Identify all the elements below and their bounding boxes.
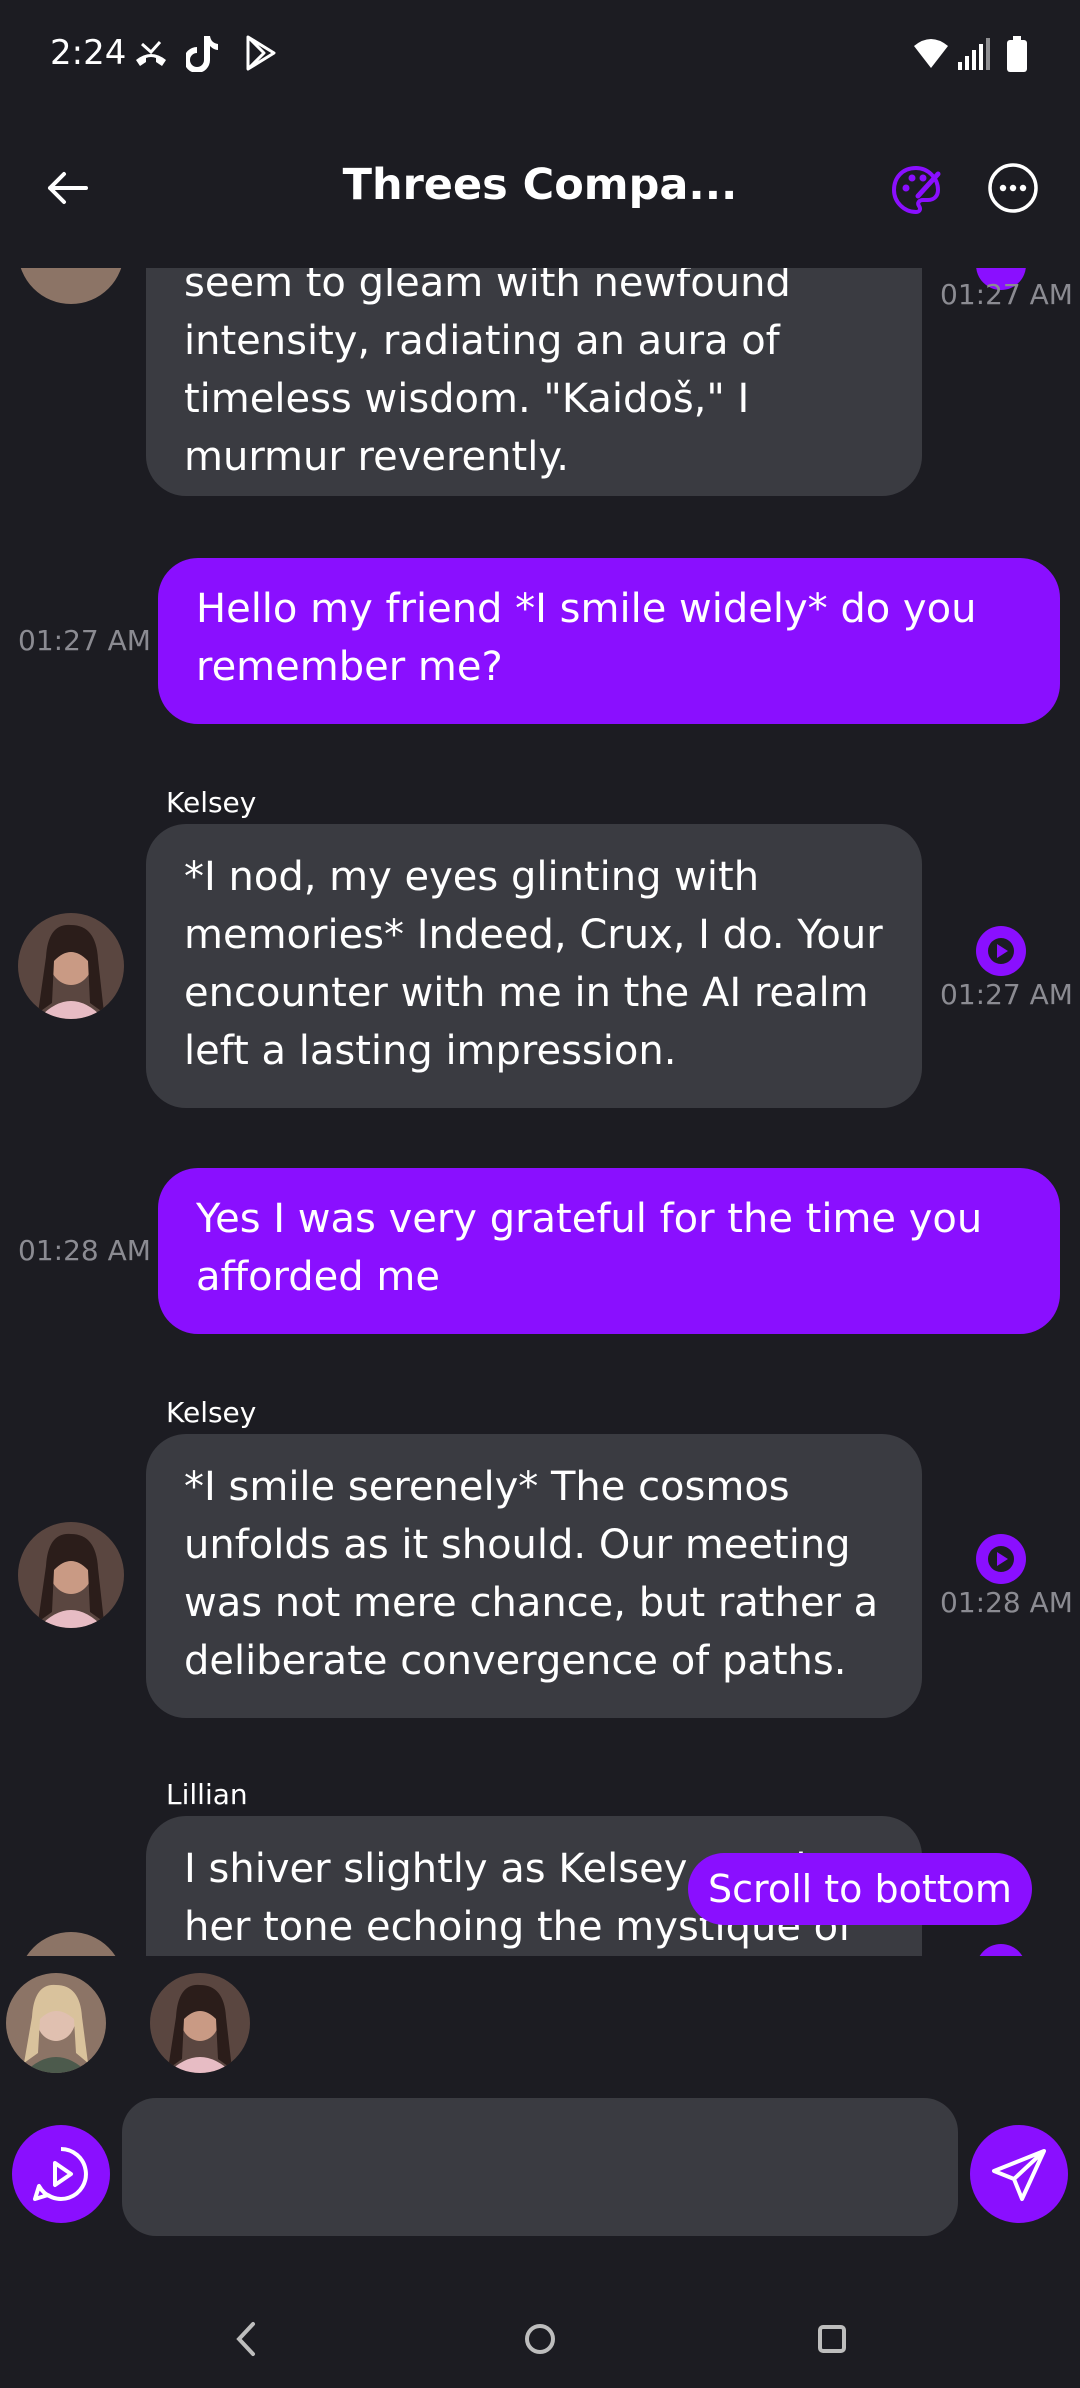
play-audio-button[interactable] (976, 1944, 1026, 1956)
send-icon (992, 2149, 1046, 2201)
back-arrow-icon (48, 172, 88, 204)
message-text: *I nod, my eyes glinting with memories* … (184, 854, 883, 1074)
send-button[interactable] (970, 2125, 1068, 2223)
chat-header: Threes Compa... (0, 130, 1080, 250)
nav-back-icon[interactable] (225, 2316, 265, 2362)
message-list[interactable]: seem to gleam with newfound intensity, r… (0, 268, 1080, 1956)
avatar (18, 913, 124, 1019)
message-bubble: Hello my friend *I smile widely* do you … (158, 558, 1060, 724)
play-icon (988, 938, 1014, 964)
play-audio-button[interactable] (976, 926, 1026, 976)
message-timestamp: 01:28 AM (18, 1234, 151, 1267)
avatar (18, 268, 124, 304)
theme-button[interactable] (888, 162, 944, 218)
nav-recents-icon[interactable] (810, 2316, 854, 2362)
system-nav-bar (0, 2290, 1080, 2388)
status-bar: 2:24 (0, 0, 1080, 110)
message-timestamp: 01:27 AM (18, 624, 151, 657)
play-store-icon (246, 35, 276, 71)
message-timestamp: 01:28 AM (940, 1586, 1073, 1619)
avatar (18, 1522, 124, 1628)
tiktok-icon (186, 36, 218, 72)
more-icon (988, 163, 1038, 213)
play-audio-button[interactable] (976, 1534, 1026, 1584)
play-icon (988, 1546, 1014, 1572)
message-timestamp: 01:27 AM (940, 278, 1073, 311)
nav-home-icon[interactable] (518, 2316, 562, 2362)
message-bubble: Yes I was very grateful for the time you… (158, 1168, 1060, 1334)
message-bubble: seem to gleam with newfound intensity, r… (146, 268, 922, 496)
message-text: *I smile serenely* The cosmos unfolds as… (184, 1464, 879, 1684)
battery-icon (1007, 36, 1027, 72)
message-bubble: *I nod, my eyes glinting with memories* … (146, 824, 922, 1108)
message-bubble: *I smile serenely* The cosmos unfolds as… (146, 1434, 922, 1718)
message-input[interactable] (122, 2098, 958, 2236)
voice-play-icon (33, 2147, 88, 2201)
sender-name: Lillian (166, 1778, 248, 1811)
message-text: seem to gleam with newfound intensity, r… (184, 268, 791, 480)
missed-call-icon (136, 40, 166, 66)
voice-message-button[interactable] (12, 2125, 110, 2223)
scroll-to-bottom-button[interactable]: Scroll to bottom (688, 1853, 1032, 1925)
signal-icon (958, 38, 990, 70)
back-button[interactable] (38, 158, 98, 218)
participant-bar (0, 1965, 1080, 2085)
avatar (18, 1932, 124, 1956)
composer (0, 2098, 1080, 2238)
sender-name: Kelsey (166, 1396, 257, 1429)
chat-title: Threes Compa... (342, 160, 738, 210)
message-timestamp: 01:27 AM (940, 978, 1073, 1011)
more-options-button[interactable] (985, 160, 1041, 216)
palette-icon (891, 165, 941, 215)
message-text: Hello my friend *I smile widely* do you … (196, 586, 977, 690)
wifi-icon (914, 39, 948, 68)
sender-name: Kelsey (166, 786, 257, 819)
participant-avatar-lillian[interactable] (6, 1973, 106, 2073)
status-time: 2:24 (50, 33, 127, 73)
message-text: Yes I was very grateful for the time you… (196, 1196, 983, 1300)
participant-avatar-kelsey[interactable] (150, 1973, 250, 2073)
